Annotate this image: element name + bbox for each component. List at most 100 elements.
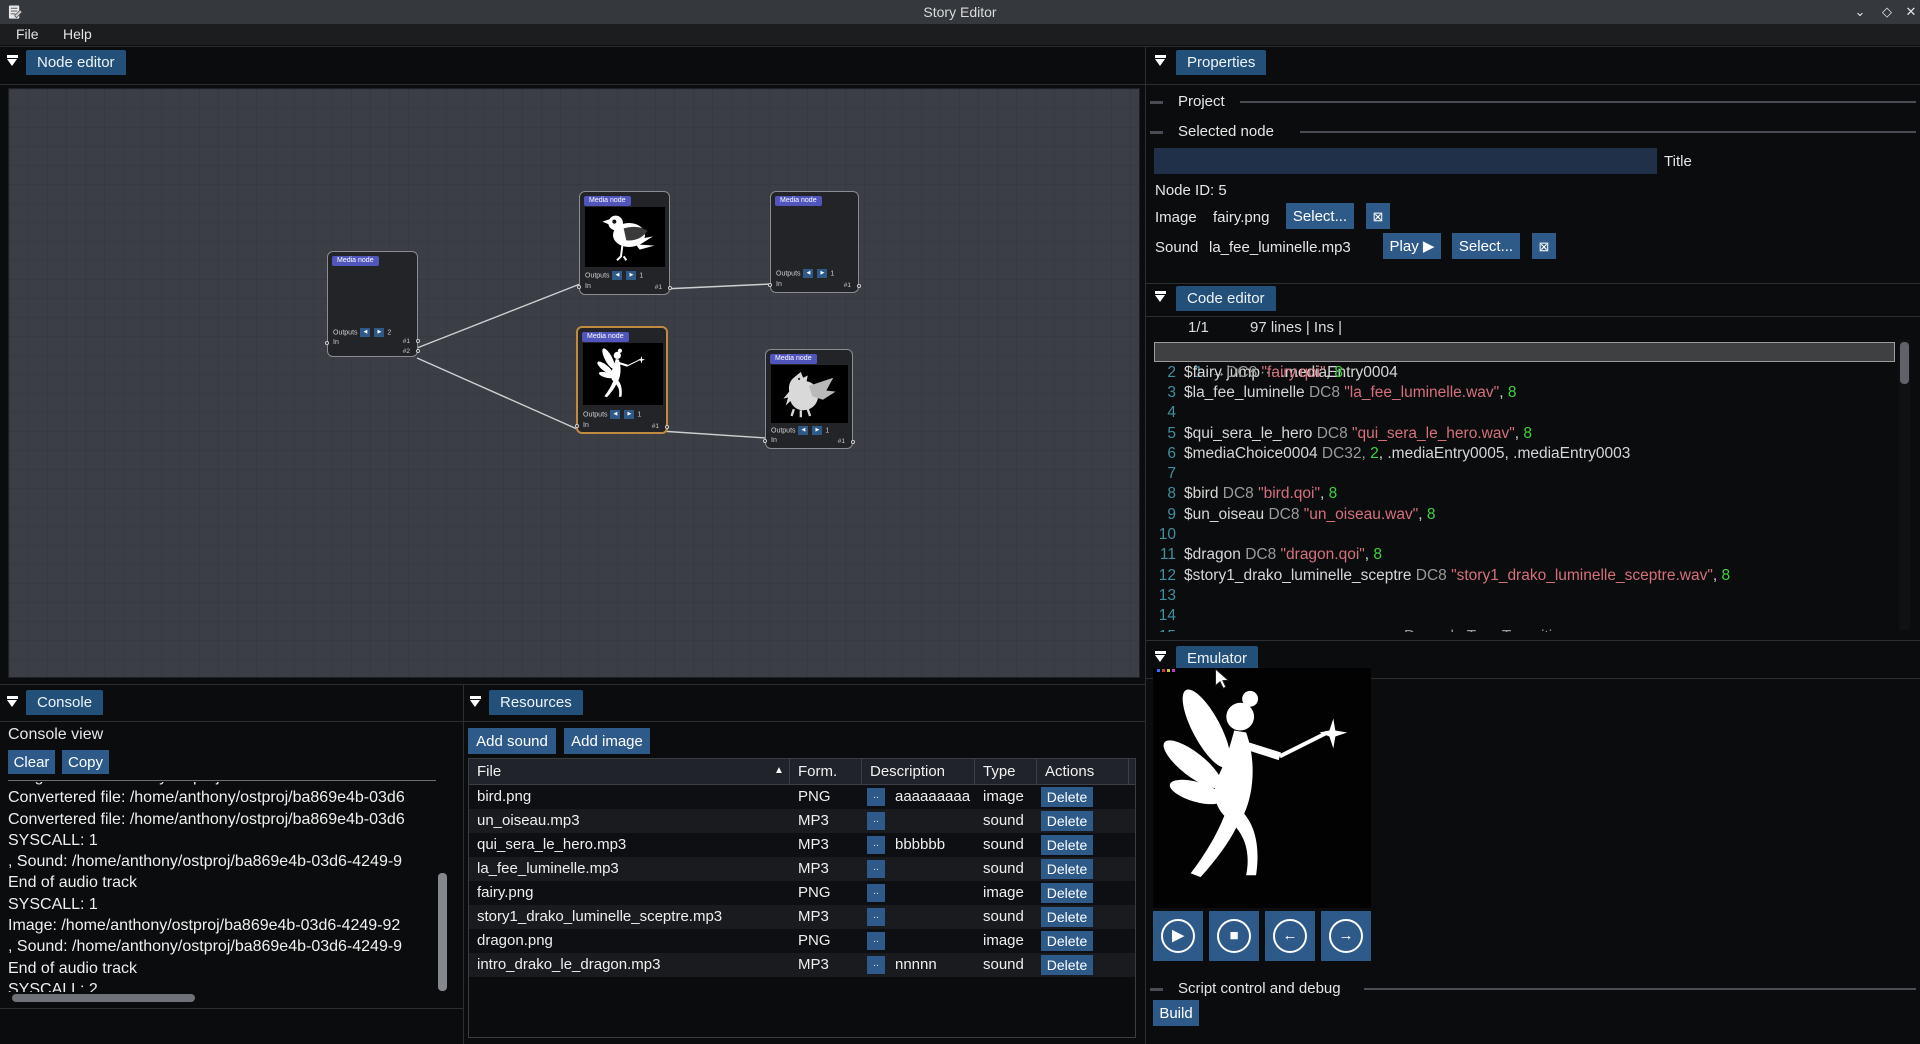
table-row[interactable]: un_oiseau.mp3 MP3 .. sound Delete xyxy=(469,809,1135,833)
media-node-fairy[interactable]: Media node Outputs ◀ ▶ 1 In #1 xyxy=(576,326,668,434)
spin-right-icon[interactable]: ▶ xyxy=(812,426,822,435)
output-pin[interactable] xyxy=(416,339,420,343)
header-file[interactable]: File xyxy=(469,759,790,785)
table-row[interactable]: story1_drako_luminelle_sceptre.mp3 MP3 .… xyxy=(469,905,1135,929)
delete-button[interactable]: Delete xyxy=(1041,883,1093,903)
console-copy-button[interactable]: Copy xyxy=(62,750,109,774)
edit-description-button[interactable]: .. xyxy=(867,788,885,806)
delete-button[interactable]: Delete xyxy=(1041,787,1093,807)
emu-step-back-button[interactable]: ← xyxy=(1265,911,1315,961)
media-node-bird[interactable]: Media node Outputs ◀ ▶ 1 In #1 xyxy=(579,191,670,295)
output-pin[interactable] xyxy=(857,284,861,288)
tab-node-editor[interactable]: Node editor xyxy=(26,50,126,75)
title-input[interactable] xyxy=(1154,148,1657,174)
menu-file[interactable]: File xyxy=(6,24,49,44)
collapse-panel-icon[interactable] xyxy=(1154,55,1167,67)
edit-description-button[interactable]: .. xyxy=(867,884,885,902)
table-row[interactable]: qui_sera_le_hero.mp3 MP3 .. bbbbbb sound… xyxy=(469,833,1135,857)
tab-resources[interactable]: Resources xyxy=(489,690,583,715)
image-select-button[interactable]: Select... xyxy=(1286,203,1354,229)
code-area[interactable]: 1→jump····.mediaEntry0004 2$fairy DC8 "f… xyxy=(1146,340,1920,632)
spin-right-icon[interactable]: ▶ xyxy=(374,328,384,337)
spin-left-icon[interactable]: ◀ xyxy=(360,328,370,337)
collapse-panel-icon[interactable] xyxy=(469,696,482,708)
edit-description-button[interactable]: .. xyxy=(867,860,885,878)
code-scrollbar-track[interactable] xyxy=(1899,340,1910,630)
tab-code-editor[interactable]: Code editor xyxy=(1176,286,1276,311)
console-log[interactable]: Image: /home/anthony/ostproj/ba869e4b-03… xyxy=(8,782,436,992)
image-clear-icon[interactable]: ⊠ xyxy=(1366,203,1390,229)
table-row[interactable]: fairy.png PNG .. image Delete xyxy=(469,881,1135,905)
input-pin[interactable] xyxy=(575,424,579,428)
table-header-row: File ▲ Form. Description Type Actions xyxy=(469,759,1135,785)
build-button[interactable]: Build xyxy=(1153,1000,1199,1026)
table-row[interactable]: intro_drako_le_dragon.mp3 MP3 .. nnnnn s… xyxy=(469,953,1135,977)
code-token: DC8 xyxy=(1309,384,1344,401)
header-type[interactable]: Type xyxy=(975,759,1037,785)
collapse-panel-icon[interactable] xyxy=(6,55,19,67)
output-pin[interactable] xyxy=(416,349,420,353)
emu-play-button[interactable]: ▶ xyxy=(1153,911,1203,961)
edit-description-button[interactable]: .. xyxy=(867,932,885,950)
edit-description-button[interactable]: .. xyxy=(867,956,885,974)
spin-right-icon[interactable]: ▶ xyxy=(624,410,634,419)
minimize-icon[interactable]: ⌄ xyxy=(1848,0,1872,24)
delete-button[interactable]: Delete xyxy=(1041,811,1093,831)
tab-console[interactable]: Console xyxy=(26,690,103,715)
maximize-icon[interactable]: ◇ xyxy=(1875,0,1899,24)
log-line: SYSCALL: 2 xyxy=(8,979,436,992)
node-id-label: Node ID: 5 xyxy=(1155,182,1227,199)
edit-description-button[interactable]: .. xyxy=(867,812,885,830)
sound-clear-icon[interactable]: ⊠ xyxy=(1532,233,1556,259)
output-pin[interactable] xyxy=(665,425,669,429)
sound-select-button[interactable]: Select... xyxy=(1452,233,1520,259)
delete-button[interactable]: Delete xyxy=(1041,955,1093,975)
table-row[interactable]: dragon.png PNG .. image Delete xyxy=(469,929,1135,953)
add-sound-button[interactable]: Add sound xyxy=(468,728,556,754)
spin-left-icon[interactable]: ◀ xyxy=(803,269,813,278)
table-row[interactable]: bird.png PNG .. aaaaaaaaa image Delete xyxy=(469,785,1135,809)
add-image-button[interactable]: Add image xyxy=(564,728,650,754)
close-icon[interactable]: ✕ xyxy=(1899,0,1920,24)
media-node-empty[interactable]: Media node Outputs ◀ ▶ 1 In #1 xyxy=(770,191,859,293)
sound-play-button[interactable]: Play ▶ xyxy=(1383,233,1441,259)
header-description[interactable]: Description xyxy=(862,759,975,785)
console-hscrollbar-thumb[interactable] xyxy=(12,994,195,1002)
input-pin[interactable] xyxy=(325,341,329,345)
media-node-dragon[interactable]: Media node Outputs ◀ ▶ 1 In #1 xyxy=(765,349,853,449)
media-node-source[interactable]: Media node Outputs ◀ ▶ 2 In #1 #2 xyxy=(327,251,418,357)
edit-description-button[interactable]: .. xyxy=(867,836,885,854)
collapse-panel-icon[interactable] xyxy=(6,696,19,708)
collapse-panel-icon[interactable] xyxy=(1154,651,1167,663)
emu-stop-button[interactable]: ■ xyxy=(1209,911,1259,961)
edit-description-button[interactable]: .. xyxy=(867,908,885,926)
header-format[interactable]: Form. xyxy=(790,759,862,785)
delete-button[interactable]: Delete xyxy=(1041,835,1093,855)
spin-right-icon[interactable]: ▶ xyxy=(626,271,636,280)
input-pin[interactable] xyxy=(763,439,767,443)
delete-button[interactable]: Delete xyxy=(1041,931,1093,951)
spin-right-icon[interactable]: ▶ xyxy=(817,269,827,278)
input-pin[interactable] xyxy=(577,285,581,289)
emu-step-forward-button[interactable]: → xyxy=(1321,911,1371,961)
node-canvas[interactable]: Media node Outputs ◀ ▶ 2 In #1 #2 Media … xyxy=(8,88,1140,678)
sort-asc-icon[interactable]: ▲ xyxy=(774,765,784,776)
menu-help[interactable]: Help xyxy=(53,24,102,44)
spin-left-icon[interactable]: ◀ xyxy=(798,426,808,435)
console-vscrollbar-thumb[interactable] xyxy=(438,873,447,991)
output-pin[interactable] xyxy=(668,286,672,290)
tab-properties[interactable]: Properties xyxy=(1176,50,1266,75)
output-pin[interactable] xyxy=(851,440,855,444)
divider xyxy=(1146,283,1920,284)
delete-button[interactable]: Delete xyxy=(1041,907,1093,927)
table-row[interactable]: la_fee_luminelle.mp3 MP3 .. sound Delete xyxy=(469,857,1135,881)
header-actions[interactable]: Actions xyxy=(1037,759,1129,785)
code-scrollbar-thumb[interactable] xyxy=(1900,342,1909,384)
delete-button[interactable]: Delete xyxy=(1041,859,1093,879)
console-clear-button[interactable]: Clear xyxy=(8,750,55,774)
input-pin[interactable] xyxy=(768,283,772,287)
spin-left-icon[interactable]: ◀ xyxy=(610,410,620,419)
group-line xyxy=(1300,131,1916,133)
spin-left-icon[interactable]: ◀ xyxy=(612,271,622,280)
collapse-panel-icon[interactable] xyxy=(1154,291,1167,303)
